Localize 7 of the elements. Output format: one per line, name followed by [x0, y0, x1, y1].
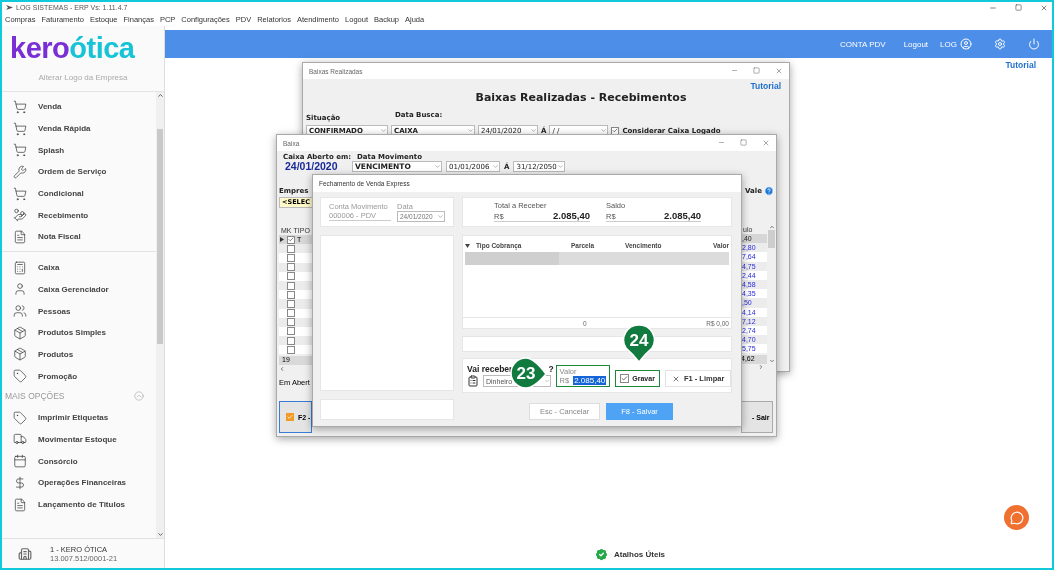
callout-badge: 24 [623, 324, 655, 363]
section-title: MAIS OPÇÕES [5, 390, 65, 401]
question-text: ? [548, 364, 554, 374]
question-text: Vai receber [467, 364, 513, 374]
company-logo: keroótica [9, 31, 136, 64]
cash-open-date: 24/01/2020 [285, 161, 339, 172]
dialog-heading: Baixas Realizadas - Recebimentos [474, 91, 688, 106]
